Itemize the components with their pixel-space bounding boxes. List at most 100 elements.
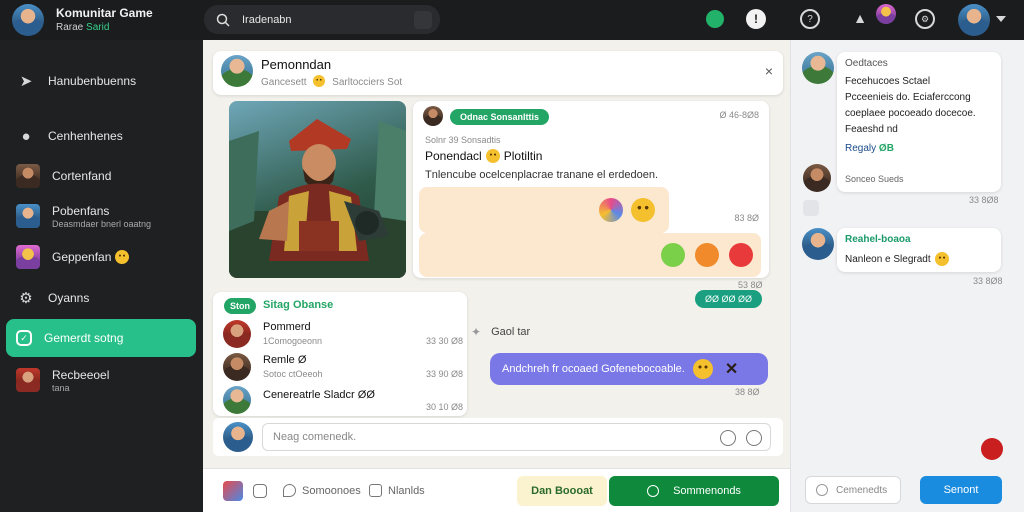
chat-icon[interactable]	[253, 484, 267, 498]
message-outgoing-text: Andchreh fr ocoaed Gofenebocoable.	[502, 363, 685, 375]
game-thumbnail	[16, 204, 40, 228]
conversation-status: Gancesett Sarltocciers Sot	[261, 75, 402, 88]
sidebar-item-game-4[interactable]: Recbeeoel tana	[6, 361, 196, 399]
post-author-avatar[interactable]	[423, 106, 443, 126]
right-input[interactable]: Cemenedts	[805, 476, 901, 504]
close-icon[interactable]: ×	[765, 63, 773, 79]
sidebar-item-home[interactable]: ➤ Hanubenbuenns	[6, 62, 196, 100]
primary-button[interactable]: Sommenonds	[609, 476, 779, 506]
rocket-icon: ➤	[19, 73, 33, 90]
sidebar-item-general[interactable]: ✓ Gemerdt sotng	[6, 319, 196, 357]
right-message-time: 33 8Ø8	[973, 276, 1003, 286]
right-message-body: Nanleon e Slegradt	[845, 252, 949, 266]
help-icon[interactable]: ?	[800, 9, 820, 29]
chevron-down-icon[interactable]	[996, 16, 1006, 22]
list-item-name: Pommerd	[263, 321, 311, 333]
app-title: Komunitar Game	[56, 6, 153, 20]
tab-a-label: Somoonoes	[302, 484, 361, 497]
avatar	[223, 353, 251, 381]
post-title-text: Ponendacl	[425, 149, 482, 163]
sidebar-item-channels[interactable]: ● Cenhenhenes	[6, 117, 196, 155]
emoji-icon	[934, 252, 949, 266]
grin-emoji-icon[interactable]	[631, 198, 655, 222]
list-item-time: 30 10 Ø8	[425, 402, 463, 412]
sidebar-item-label: Cortenfand	[52, 169, 112, 183]
post-body: Tnlencube ocelcenplacrae tranane el erde…	[425, 169, 658, 181]
flag-icon	[369, 484, 382, 497]
settings-icon[interactable]: ⚙	[915, 9, 935, 29]
post-tag[interactable]: Odnac Sonsanlttis	[450, 109, 550, 125]
emoji-picker-icon[interactable]	[746, 430, 762, 446]
post-time: Ø 46-8Ø8	[719, 110, 759, 120]
right-message-footer-text: Regaly	[845, 143, 877, 154]
composer: Neag comenedk.	[213, 418, 783, 456]
game-icon[interactable]	[223, 481, 243, 501]
shield-icon	[283, 484, 296, 497]
right-input-placeholder: Cemenedts	[836, 484, 888, 496]
user-avatar[interactable]	[958, 4, 990, 36]
conversation-header: Pemonndan Gancesett Sarltocciers Sot ×	[213, 51, 783, 95]
clock-icon	[816, 484, 828, 496]
angry-emoji-icon[interactable]	[695, 243, 719, 267]
main-panel: Pemonndan Gancesett Sarltocciers Sot × O…	[203, 40, 790, 512]
search-bar[interactable]: Iradenabn	[204, 5, 440, 34]
list-item[interactable]: Cenereatrle Sladcr ØØ 30 10 Ø8	[223, 384, 463, 414]
attach-icon[interactable]	[720, 430, 736, 446]
avatar[interactable]	[802, 228, 834, 260]
right-message-line: Pcceenieis do. Eciaferccong	[845, 92, 971, 103]
sidebar-item-label: Geppenfan	[52, 250, 112, 264]
app-avatar[interactable]	[12, 4, 44, 36]
sidebar-item-label: Hanubenbuenns	[48, 74, 137, 88]
sidebar-item-options[interactable]: ⚙ Oyanns	[6, 279, 196, 317]
emoji-icon	[313, 75, 326, 87]
composer-avatar	[223, 422, 253, 452]
emoji-status-icon[interactable]	[876, 4, 896, 24]
collapse-icon[interactable]	[803, 200, 819, 216]
right-message-body: Fecehucoes Sctael Pcceenieis do. Eciafer…	[845, 74, 997, 138]
alert-icon[interactable]	[981, 438, 1003, 460]
highlight-tag: Ston	[224, 298, 256, 314]
composer-input[interactable]: Neag comenedk.	[262, 423, 771, 451]
notification-icon[interactable]: !	[746, 9, 766, 29]
online-status-icon[interactable]	[706, 10, 724, 28]
emoji-icon	[115, 250, 130, 264]
right-message-name: Sonceo Sueds	[845, 174, 904, 184]
list-item[interactable]: Pommerd 1Comogoeonn 33 30 Ø8	[223, 318, 463, 348]
messages-badge[interactable]: ØØ ØØ ØØ	[695, 290, 763, 308]
sidebar-item-game-3[interactable]: Geppenfan	[6, 238, 196, 276]
list-item-time: 33 30 Ø8	[425, 336, 463, 346]
avatar[interactable]	[802, 52, 834, 84]
reaction-bubble-top	[419, 187, 669, 233]
chat-icon: ✓	[16, 330, 32, 346]
sidebar-item-game-1[interactable]: Cortenfand	[6, 157, 196, 195]
post-title: Ponendacl Plotiltin	[425, 149, 542, 163]
friends-icon[interactable]: ▲	[850, 8, 870, 28]
conversation-status-a: Gancesett	[261, 77, 307, 88]
avatar[interactable]	[803, 164, 831, 192]
list-item[interactable]: Remle Ø Sotoc ctOeeoh 33 90 Ø8	[223, 351, 463, 381]
post-meta: Solnr 39 Sonsadtis	[425, 135, 501, 145]
heart-emoji-icon[interactable]	[729, 243, 753, 267]
right-message-line: Nanleon e Slegradt	[845, 253, 931, 265]
tab-a[interactable]: Somoonoes	[283, 484, 361, 497]
reaction-bubble-bottom	[419, 233, 761, 277]
sparkle-emoji-icon[interactable]	[599, 198, 623, 222]
post-artwork[interactable]	[229, 101, 406, 278]
emoji-icon	[485, 149, 500, 163]
list-item-time: 33 90 Ø8	[425, 369, 463, 379]
right-panel: Oedtaces Fecehucoes Sctael Pcceenieis do…	[790, 40, 1024, 512]
list-item-name: Cenereatrle Sladcr ØØ	[263, 389, 375, 401]
message-outgoing-time: 38 8Ø	[735, 387, 760, 397]
soft-button[interactable]: Dan Boooat	[517, 476, 607, 506]
laugh-emoji-icon[interactable]	[661, 243, 685, 267]
search-filter-icon[interactable]	[414, 10, 432, 29]
tab-b[interactable]: Nlanlds	[369, 484, 425, 497]
sidebar-item-label: Pobenfans	[52, 203, 110, 218]
send-button[interactable]: Senont	[920, 476, 1002, 504]
reply-time: 83 8Ø	[734, 213, 759, 223]
message-outgoing[interactable]: Andchreh fr ocoaed Gofenebocoable. ✕	[490, 353, 768, 385]
search-input[interactable]: Iradenabn	[242, 14, 292, 26]
post-title-suffix: Plotiltin	[503, 149, 543, 163]
conversation-avatar[interactable]	[221, 55, 253, 87]
sidebar-item-game-2[interactable]: Pobenfans Deasmdaer bnerl oaatng	[6, 197, 196, 235]
